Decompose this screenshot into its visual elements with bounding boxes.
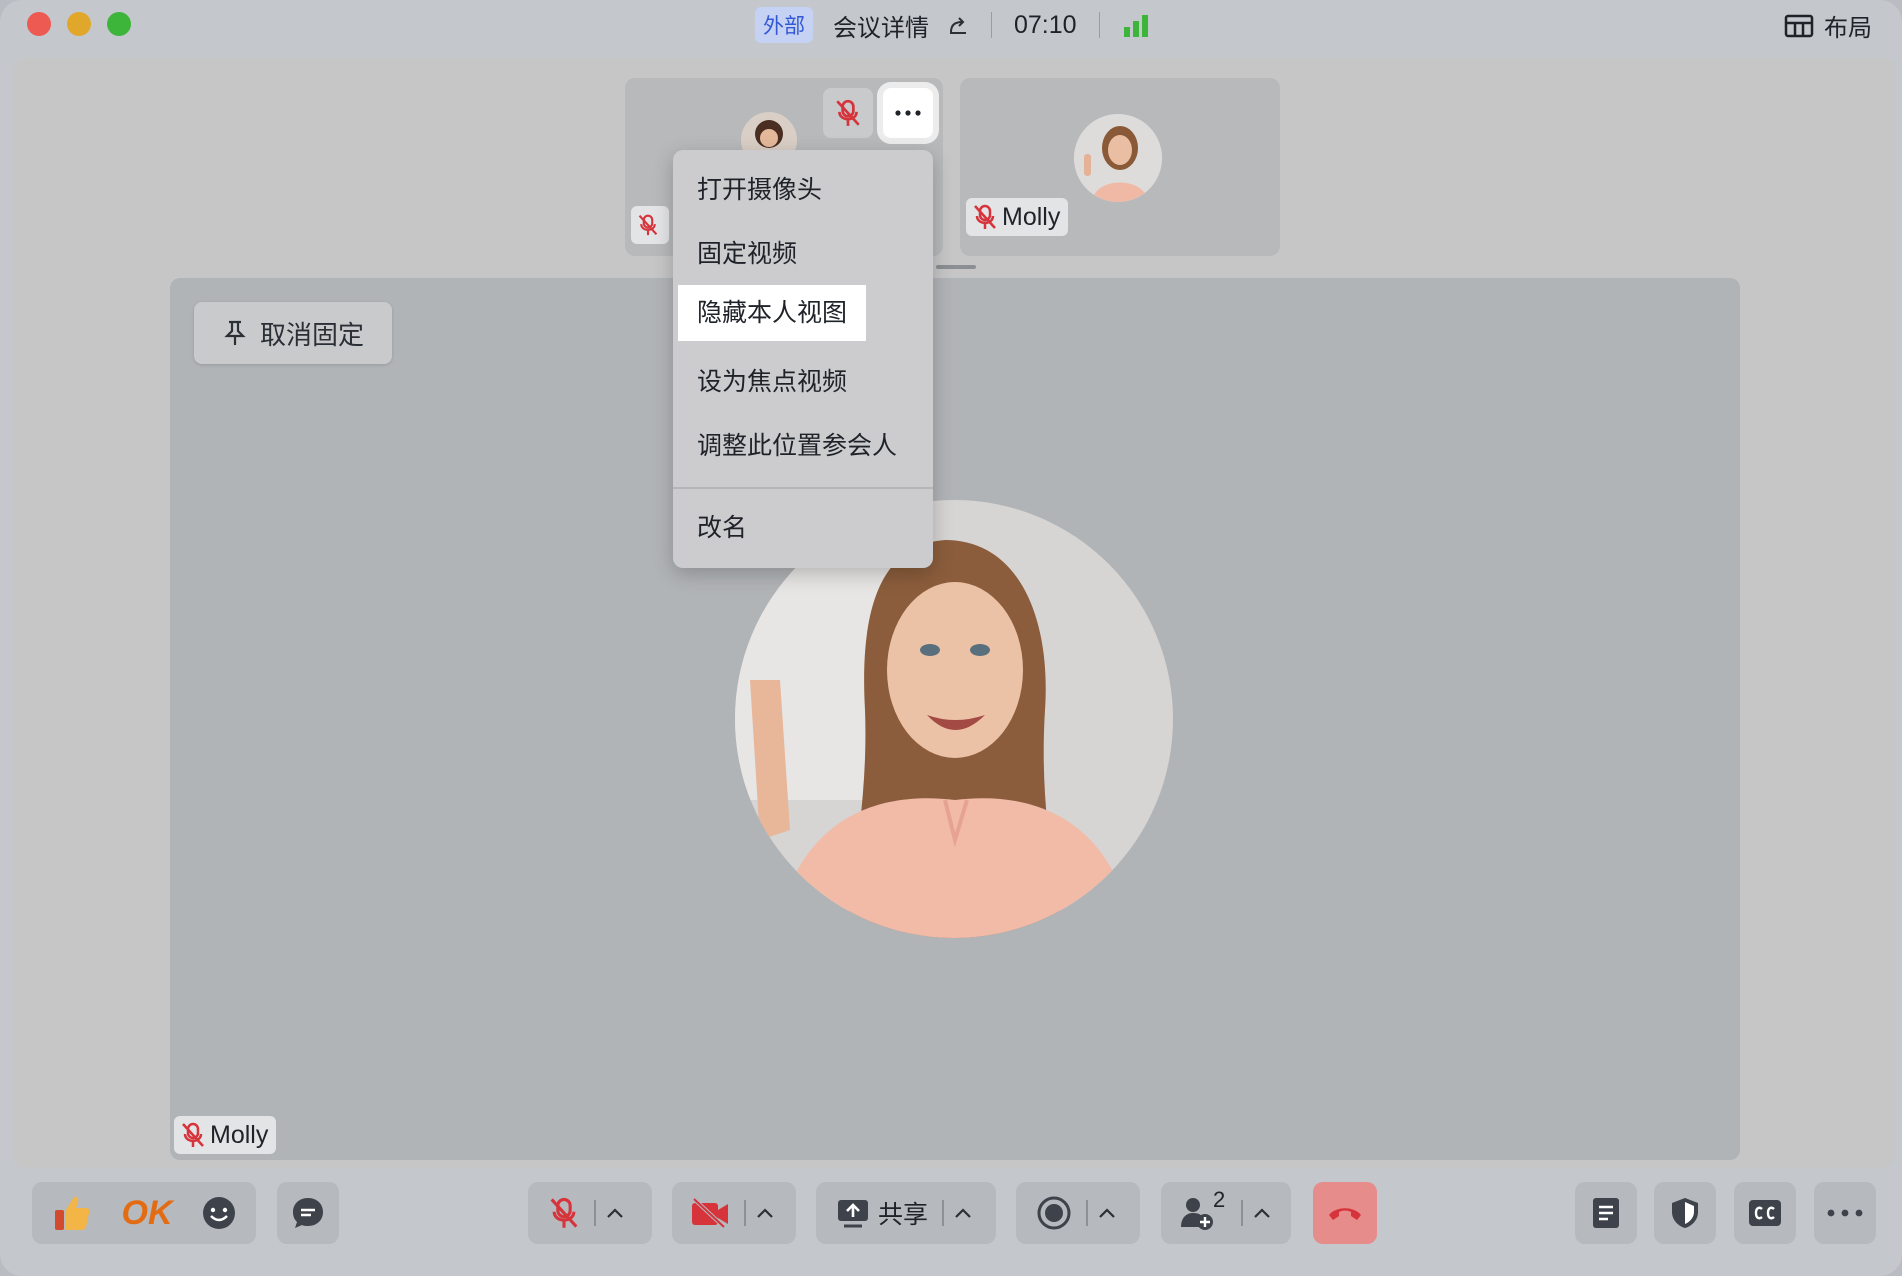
meeting-window: 外部 会议详情 07:10 布局 Molly Molly 取消固定 打开摄像头 … [0, 0, 1902, 1276]
share-label: 共享 [878, 1200, 929, 1229]
reactions-group: OK [32, 1182, 256, 1244]
divider [1098, 12, 1100, 38]
chevron-up-icon[interactable] [1253, 1207, 1271, 1219]
share-screen-icon [836, 1197, 870, 1229]
emoji-icon[interactable] [182, 1195, 256, 1231]
menu-item-set-focus-video[interactable]: 设为焦点视频 [697, 362, 847, 402]
mic-off-icon [182, 1122, 204, 1147]
record-icon [1036, 1195, 1072, 1231]
chevron-up-icon[interactable] [954, 1207, 972, 1219]
camera-off-icon [690, 1197, 730, 1229]
pin-icon [224, 320, 246, 345]
thumbs-up-icon[interactable] [32, 1194, 112, 1232]
unpin-label: 取消固定 [259, 320, 364, 351]
meeting-timer: 07:10 [1014, 10, 1077, 39]
notes-button[interactable] [1575, 1182, 1637, 1244]
divider [991, 12, 992, 38]
chevron-up-icon[interactable] [1098, 1207, 1116, 1219]
captions-button[interactable] [1734, 1182, 1796, 1244]
minimize-window-button[interactable] [67, 12, 91, 36]
camera-button[interactable] [672, 1182, 796, 1244]
meeting-info-bar: 外部 会议详情 07:10 [755, 6, 1150, 44]
notes-icon [1593, 1198, 1619, 1228]
thumbnail-more-button[interactable] [883, 88, 933, 138]
divider [594, 1200, 596, 1226]
mic-off-icon [974, 204, 996, 229]
shield-icon [1672, 1198, 1698, 1228]
self-muted-tag [631, 206, 669, 244]
divider [1086, 1200, 1088, 1226]
more-options-button[interactable] [1814, 1182, 1876, 1244]
menu-divider [673, 487, 933, 489]
speaker-name: Molly [210, 1120, 269, 1149]
mic-off-icon [638, 214, 658, 236]
divider [1241, 1200, 1243, 1226]
external-badge: 外部 [755, 7, 813, 43]
captions-icon [1749, 1200, 1781, 1226]
hang-up-icon [1329, 1208, 1361, 1220]
participant-name-tag: Molly [966, 198, 1069, 236]
network-signal-icon[interactable] [1122, 13, 1150, 37]
microphone-button[interactable] [528, 1182, 652, 1244]
mic-off-icon [548, 1195, 580, 1231]
thumbnail-mute-button[interactable] [823, 88, 873, 138]
zoom-window-button[interactable] [107, 12, 131, 36]
menu-item-pin-video[interactable]: 固定视频 [697, 234, 797, 274]
add-participant-icon: 2 [1179, 1187, 1225, 1231]
chevron-up-icon[interactable] [606, 1207, 624, 1219]
participants-count: 2 [1213, 1187, 1226, 1212]
divider [942, 1200, 945, 1226]
menu-item-hide-self-view[interactable]: 隐藏本人视图 [678, 285, 867, 341]
layout-label: 布局 [1824, 14, 1872, 42]
close-window-button[interactable] [27, 12, 51, 36]
menu-item-rename[interactable]: 改名 [697, 508, 747, 548]
participant-context-menu: 打开摄像头 固定视频 隐藏本人视图 设为焦点视频 调整此位置参会人 改名 [673, 150, 933, 568]
meeting-details-link[interactable]: 会议详情 [833, 8, 929, 43]
mic-off-icon [836, 99, 860, 126]
share-button[interactable]: 共享 [816, 1182, 996, 1244]
menu-item-open-camera[interactable]: 打开摄像头 [697, 170, 822, 210]
layout-icon [1784, 14, 1814, 37]
participants-button[interactable]: 2 [1161, 1182, 1291, 1244]
thumbnail-page-indicator[interactable] [936, 265, 976, 269]
more-icon [895, 110, 921, 116]
unpin-button[interactable]: 取消固定 [194, 302, 392, 364]
chat-button[interactable] [277, 1182, 339, 1244]
ok-reaction[interactable]: OK [112, 1194, 182, 1233]
title-bar: 外部 会议详情 07:10 布局 [0, 0, 1902, 56]
share-link-icon[interactable] [947, 14, 969, 36]
more-icon [1827, 1209, 1863, 1217]
layout-button[interactable]: 布局 [1784, 8, 1872, 43]
molly-avatar [1074, 114, 1162, 202]
participant-name: Molly [1002, 202, 1061, 231]
menu-item-adjust-position[interactable]: 调整此位置参会人 [697, 426, 897, 466]
participant-thumbnail[interactable]: Molly [960, 78, 1280, 256]
security-button[interactable] [1654, 1182, 1716, 1244]
divider [744, 1200, 746, 1226]
record-button[interactable] [1016, 1182, 1140, 1244]
chat-icon [293, 1198, 323, 1228]
chevron-up-icon[interactable] [756, 1207, 774, 1219]
speaker-name-tag: Molly [174, 1116, 277, 1154]
leave-meeting-button[interactable] [1313, 1182, 1377, 1244]
